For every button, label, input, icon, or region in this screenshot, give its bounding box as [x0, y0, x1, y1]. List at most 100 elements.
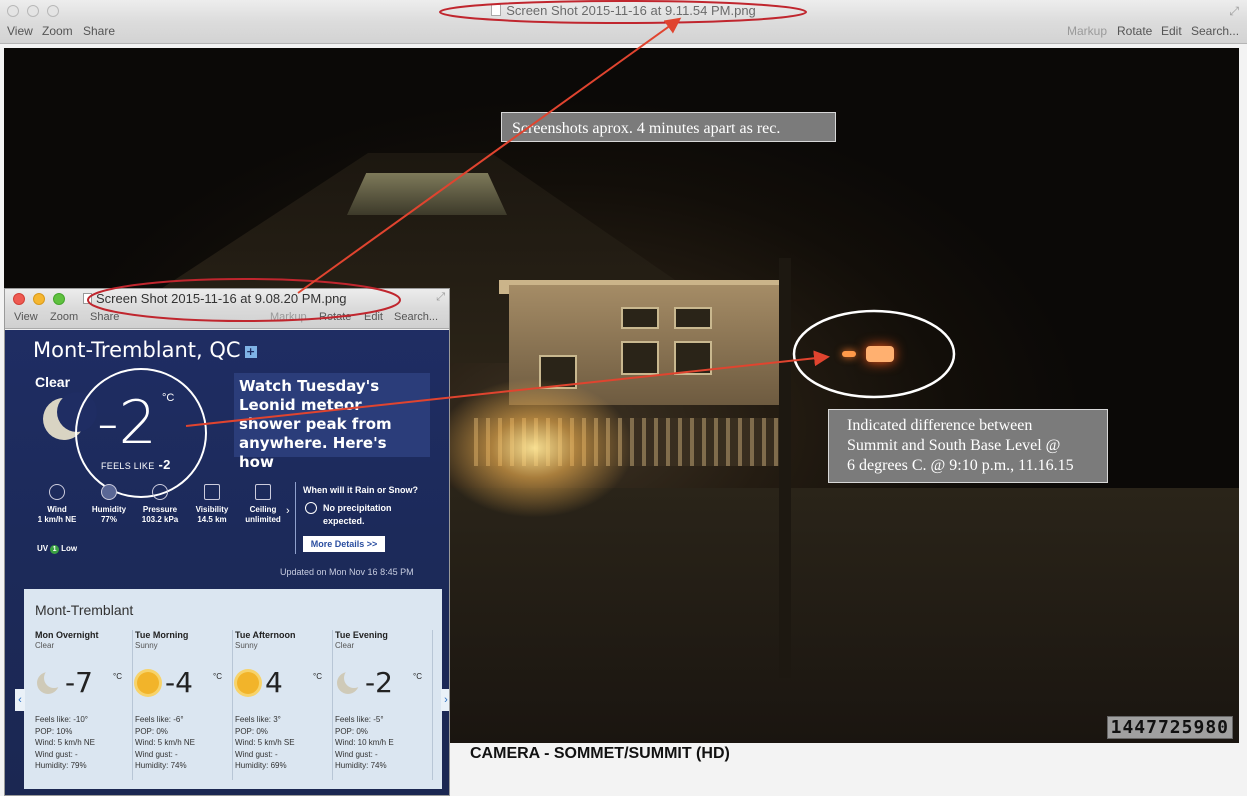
forecast-unit: °C: [313, 672, 322, 681]
stopwatch-icon: [305, 502, 317, 514]
forecast-title: Mont-Tremblant: [35, 602, 134, 618]
pole: [779, 258, 791, 678]
note-screenshots-apart: Screenshots aprox. 4 minutes apart as re…: [501, 112, 836, 142]
weather-widget: Mont-Tremblant, QC + Clear -2 °C FEELS LI…: [5, 330, 449, 795]
wind-stat: Wind 1 km/h NE: [33, 484, 81, 525]
forecast-temp: -4: [165, 666, 193, 699]
markup-button[interactable]: Markup: [270, 311, 307, 323]
moon-icon-shadow: [344, 668, 364, 688]
updated-time: Updated on Mon Nov 16 8:45 PM: [280, 567, 414, 577]
forecast-panel: Mont-Tremblant Mon Overnight Clear -7 °C…: [15, 589, 449, 789]
forecast-column: Tue Evening Clear -2 °C Feels like: -5° …: [335, 630, 433, 780]
add-location-icon[interactable]: +: [244, 346, 257, 358]
sun-icon: [137, 672, 159, 694]
wind-icon: [49, 484, 65, 500]
temperature-unit: °C: [162, 392, 175, 404]
pressure-stat: Pressure 103.2 kPa: [136, 484, 184, 525]
window-titlebar: Screen Shot 2015-11-16 at 9.11.54 PM.png…: [0, 0, 1247, 22]
forecast-temp: -2: [365, 666, 393, 699]
ceiling-icon: [255, 484, 271, 500]
forecast-column: Mon Overnight Clear -7 °C Feels like: -1…: [35, 630, 133, 780]
window-title: Screen Shot 2015-11-16 at 9.11.54 PM.png: [0, 3, 1247, 18]
search-button[interactable]: Search...: [1191, 24, 1239, 38]
forecast-condition: Sunny: [135, 641, 158, 650]
forecast-details: Feels like: -6° POP: 0% Wind: 5 km/h NE …: [135, 715, 196, 770]
light-glow: [434, 378, 634, 518]
building-window: [674, 307, 712, 329]
forecast-period: Tue Evening: [335, 630, 388, 640]
camera-caption: CAMERA - SOMMET/SUMMIT (HD): [470, 745, 730, 762]
pressure-icon: [152, 484, 168, 500]
minimize-button[interactable]: [33, 293, 45, 305]
light: [842, 351, 856, 357]
forecast-unit: °C: [113, 672, 122, 681]
inner-titlebar: Screen Shot 2015-11-16 at 9.08.20 PM.png…: [5, 289, 449, 309]
zoom-menu[interactable]: Zoom: [50, 311, 78, 323]
note-line: 6 degrees C. @ 9:10 p.m., 11.16.15: [847, 457, 1074, 474]
meteor-shower-promo[interactable]: Watch Tuesday's Leonid meteor shower pea…: [234, 373, 430, 471]
lodge-window: [347, 173, 507, 215]
visibility-icon: [204, 484, 220, 500]
current-temperature: -2: [97, 388, 157, 458]
forecast-condition: Clear: [335, 641, 355, 650]
building-window: [621, 341, 659, 375]
uv-badge: 1: [50, 545, 60, 554]
forecast-period: Mon Overnight: [35, 630, 99, 640]
uv-index: UV 1 Low: [37, 544, 78, 554]
share-menu[interactable]: Share: [90, 311, 119, 323]
fullscreen-icon[interactable]: ⤢: [1229, 4, 1239, 19]
forecast-condition: Clear: [35, 641, 55, 650]
view-menu[interactable]: View: [14, 311, 38, 323]
view-menu[interactable]: View: [7, 24, 33, 38]
forecast-unit: °C: [213, 672, 222, 681]
document-icon: [491, 4, 502, 16]
share-menu[interactable]: Share: [83, 24, 115, 38]
edit-button[interactable]: Edit: [1161, 24, 1182, 38]
forecast-period: Tue Afternoon: [235, 630, 296, 640]
forecast-details: Feels like: -5° POP: 0% Wind: 10 km/h E …: [335, 715, 394, 770]
forecast-details: Feels like: 3° POP: 0% Wind: 5 km/h SE W…: [235, 715, 295, 770]
rotate-button[interactable]: Rotate: [1117, 24, 1152, 38]
note-line: Summit and South Base Level @: [847, 437, 1061, 454]
rotate-button[interactable]: Rotate: [319, 311, 351, 323]
embedded-screenshot-window: Screen Shot 2015-11-16 at 9.08.20 PM.png…: [4, 288, 450, 796]
document-icon: [83, 293, 92, 304]
edit-button[interactable]: Edit: [364, 311, 383, 323]
note-temperature-difference: Indicated difference between Summit and …: [828, 409, 1108, 483]
forecast-temp: -7: [65, 666, 93, 699]
precipitation-text: No precipitation expected.: [323, 503, 392, 526]
forecast-period: Tue Morning: [135, 630, 189, 640]
window-toolbar: View Zoom Share Markup Rotate Edit Searc…: [0, 22, 1247, 44]
building-window: [674, 341, 712, 375]
forecast-column: Tue Afternoon Sunny 4 °C Feels like: 3° …: [235, 630, 333, 780]
forecast-unit: °C: [413, 672, 422, 681]
markup-button[interactable]: Markup: [1067, 24, 1107, 38]
current-condition: Clear: [35, 374, 71, 390]
forecast-condition: Sunny: [235, 641, 258, 650]
chevron-right-icon[interactable]: ›: [286, 505, 290, 517]
close-button[interactable]: [13, 293, 25, 305]
camera-timestamp: 1447725980: [1106, 716, 1233, 739]
ceiling-stat: Ceiling unlimited: [239, 484, 287, 525]
rain-snow-heading: When will it Rain or Snow?: [303, 485, 418, 495]
zoom-button[interactable]: [53, 293, 65, 305]
sun-icon: [237, 672, 259, 694]
preview-window: Screen Shot 2015-11-16 at 9.11.54 PM.png…: [0, 0, 1247, 796]
search-button[interactable]: Search...: [394, 311, 438, 323]
note-line: Indicated difference between: [847, 417, 1033, 434]
chevron-left-icon[interactable]: ‹: [15, 689, 25, 711]
distant-lights: [842, 343, 898, 365]
forecast-temp: 4: [265, 666, 283, 699]
forecast-details: Feels like: -10° POP: 10% Wind: 5 km/h N…: [35, 715, 96, 770]
inner-window-title: Screen Shot 2015-11-16 at 9.08.20 PM.png: [83, 291, 347, 306]
fullscreen-icon[interactable]: ⤢: [436, 291, 445, 304]
light: [866, 346, 894, 362]
moon-icon-shadow: [44, 668, 64, 688]
more-details-button[interactable]: More Details >>: [303, 536, 385, 552]
divider: [295, 482, 296, 554]
inner-toolbar: View Zoom Share Markup Rotate Edit Searc…: [5, 309, 449, 329]
building-window: [621, 307, 659, 329]
chevron-right-icon[interactable]: ›: [441, 689, 449, 711]
feels-like: FEELS LIKE -2: [101, 457, 171, 472]
zoom-menu[interactable]: Zoom: [42, 24, 73, 38]
